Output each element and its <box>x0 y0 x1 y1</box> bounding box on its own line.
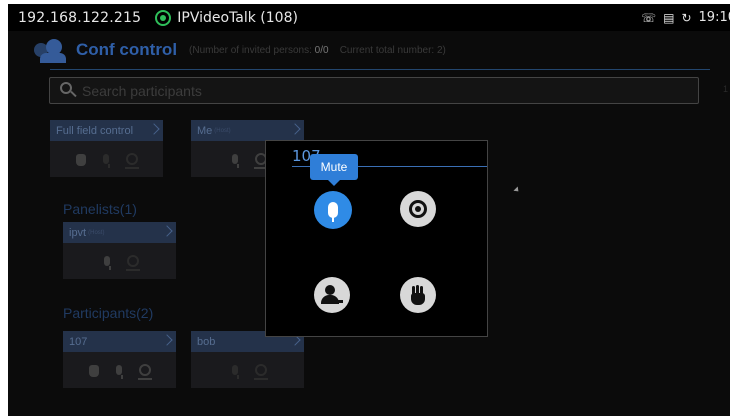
participant-107-card[interactable]: 107 <box>63 331 176 388</box>
phone-forward-icon: ☏ <box>641 10 657 25</box>
search-input[interactable]: Search participants <box>49 77 699 104</box>
chevron-right-icon <box>289 123 301 135</box>
sd-card-icon: ▤ <box>663 10 675 25</box>
invited-label: (Number of invited persons: <box>189 44 312 56</box>
raise-hand-icon[interactable] <box>75 154 86 166</box>
camera-icon[interactable] <box>137 364 152 380</box>
camera-icon[interactable] <box>124 153 139 169</box>
card-label: Me <box>197 124 213 137</box>
card-actions <box>63 243 176 279</box>
search-icon <box>60 81 78 100</box>
remove-user-button[interactable] <box>314 277 350 313</box>
status-app: IPVideoTalk (108) <box>155 9 298 26</box>
screen: 192.168.122.215 IPVideoTalk (108) ☏ ▤ ↻ … <box>8 4 730 416</box>
card-actions <box>50 141 163 177</box>
scroll-hint: 1 <box>722 84 728 94</box>
host-tag: (Host) <box>214 127 231 134</box>
status-app-name: IPVideoTalk (108) <box>177 9 298 26</box>
sync-icon: ↻ <box>681 10 692 25</box>
raise-hand-button[interactable] <box>400 277 436 313</box>
current-label: Current total number: <box>339 44 435 56</box>
raise-hand-icon <box>409 285 427 305</box>
mouse-cursor <box>513 186 521 194</box>
page-title: Conf control <box>76 40 178 59</box>
chevron-right-icon <box>148 123 160 135</box>
chevron-right-icon <box>161 225 173 237</box>
chevron-right-icon <box>161 334 173 346</box>
card-header[interactable]: Full field control <box>50 120 163 141</box>
panelists-heading: Panelists(1) <box>63 201 137 217</box>
participant-action-popup: 107 Mute <box>265 140 488 337</box>
mic-icon <box>328 202 338 222</box>
header-divider <box>50 69 710 70</box>
participants-heading: Participants(2) <box>63 305 154 321</box>
conf-header: Conf control (Number of invited persons:… <box>32 35 446 65</box>
current-value: 2) <box>436 44 446 56</box>
search-placeholder: Search participants <box>82 82 202 99</box>
status-bar: 192.168.122.215 IPVideoTalk (108) ☏ ▤ ↻ … <box>8 4 730 31</box>
ipvt-card[interactable]: ipvt (Host) <box>63 222 176 279</box>
status-right: ☏ ▤ ↻ 19:10 <box>641 4 730 31</box>
ipvideotalk-icon <box>155 9 172 26</box>
camera-button[interactable] <box>400 191 436 227</box>
invited-value: 0/0 <box>314 44 329 56</box>
participant-bob-card[interactable]: bob <box>191 331 304 388</box>
card-label: bob <box>197 335 216 348</box>
mute-tooltip: Mute <box>310 154 358 186</box>
mic-icon[interactable] <box>102 154 110 168</box>
card-label: ipvt <box>69 226 87 239</box>
remove-user-icon <box>321 284 343 306</box>
camera-icon <box>409 200 427 218</box>
card-actions <box>63 352 176 388</box>
raise-hand-icon[interactable] <box>88 365 99 377</box>
header-stats: (Number of invited persons: 0/0 Current … <box>189 45 446 56</box>
group-icon <box>32 37 70 63</box>
host-tag: (Host) <box>88 229 105 236</box>
card-actions <box>191 352 304 388</box>
mic-icon[interactable] <box>115 365 123 379</box>
mute-button[interactable] <box>314 191 352 229</box>
mic-icon[interactable] <box>103 256 111 270</box>
card-label: Full field control <box>56 124 134 137</box>
full-field-control-card[interactable]: Full field control <box>50 120 163 177</box>
card-header[interactable]: ipvt (Host) <box>63 222 176 243</box>
card-header[interactable]: Me (Host) <box>191 120 304 141</box>
status-time: 19:10 <box>698 10 730 25</box>
card-header[interactable]: 107 <box>63 331 176 352</box>
camera-icon[interactable] <box>125 255 140 271</box>
camera-icon[interactable] <box>253 364 268 380</box>
card-label: 107 <box>69 335 88 348</box>
status-ip-address: 192.168.122.215 <box>18 9 142 26</box>
mic-icon[interactable] <box>231 365 239 379</box>
mic-icon[interactable] <box>231 154 239 168</box>
